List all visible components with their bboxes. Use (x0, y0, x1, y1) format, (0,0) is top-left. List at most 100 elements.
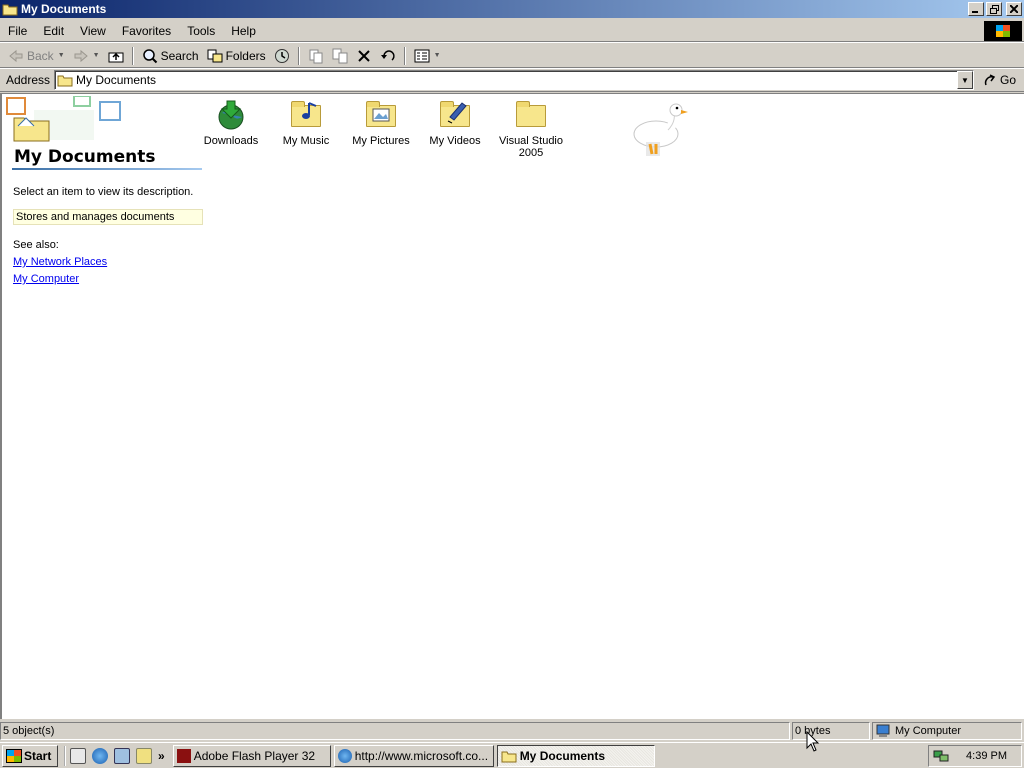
undo-icon (380, 49, 395, 61)
start-button[interactable]: Start (2, 744, 58, 767)
go-button[interactable]: Go (974, 73, 1024, 87)
close-button[interactable] (1006, 2, 1022, 16)
folder-banner-art (6, 96, 121, 142)
file-item-my-pictures[interactable]: My Pictures (345, 99, 417, 147)
views-dropdown-icon[interactable]: ▼ (434, 52, 441, 59)
file-item-downloads[interactable]: Downloads (195, 99, 267, 147)
title-bar[interactable]: My Documents (0, 0, 1024, 18)
history-button[interactable] (270, 45, 294, 67)
address-input[interactable]: My Documents ▼ (54, 70, 974, 90)
taskbar: Start » Adobe Flash Player 32 http://www… (0, 742, 1024, 768)
music-note-icon (302, 102, 317, 119)
folder-description: Stores and manages documents (13, 209, 203, 225)
folders-button[interactable]: Folders (203, 45, 270, 67)
task-label: http://www.microsoft.co... (354, 748, 489, 763)
file-item-my-videos[interactable]: My Videos (419, 99, 491, 147)
my-computer-icon (876, 724, 890, 737)
move-to-button[interactable] (304, 45, 328, 67)
forward-button[interactable]: ▼ (69, 45, 104, 67)
back-label: Back (27, 48, 54, 63)
downloads-globe-icon (218, 100, 244, 130)
search-button[interactable]: Search (138, 45, 203, 67)
flash-player-icon (176, 748, 191, 763)
file-label: My Videos (429, 135, 481, 147)
file-label: My Music (282, 135, 330, 147)
task-adobe-flash-player[interactable]: Adobe Flash Player 32 (172, 744, 331, 767)
go-arrow-icon (984, 74, 996, 86)
see-also-label: See also: (13, 239, 59, 251)
standard-toolbar: Back ▼ ▼ Search Folders ▼ (0, 44, 1024, 68)
restore-button[interactable] (986, 2, 1002, 16)
file-label: Visual Studio 2005 (498, 135, 563, 159)
back-button[interactable]: Back ▼ (4, 45, 69, 67)
address-dropdown-button[interactable]: ▼ (956, 71, 973, 89)
window-title: My Documents (21, 2, 107, 16)
mouse-cursor-icon (806, 731, 820, 752)
back-dropdown-icon[interactable]: ▼ (58, 52, 65, 59)
menu-file[interactable]: File (0, 20, 35, 42)
move-to-icon (309, 49, 323, 63)
task-label: Adobe Flash Player 32 (193, 748, 316, 763)
pane-title: My Documents (14, 147, 156, 167)
address-bar: Address My Documents ▼ Go (0, 69, 1024, 92)
menu-help[interactable]: Help (223, 20, 264, 42)
delete-button[interactable] (352, 45, 376, 67)
delete-icon (357, 49, 370, 62)
clock[interactable]: 4:39 PM (966, 750, 1007, 762)
task-internet-explorer[interactable]: http://www.microsoft.co... (333, 744, 494, 767)
menu-view[interactable]: View (72, 20, 114, 42)
picture-icon (372, 108, 390, 122)
minimize-button[interactable] (968, 2, 984, 16)
task-my-documents[interactable]: My Documents (496, 744, 655, 767)
windows-flag-icon (6, 748, 22, 763)
start-label: Start (24, 748, 52, 763)
internet-explorer-icon[interactable] (92, 747, 108, 764)
forward-dropdown-icon[interactable]: ▼ (93, 52, 100, 59)
status-size: 0 bytes (792, 722, 870, 740)
minimize-icon (972, 11, 978, 13)
menu-edit[interactable]: Edit (35, 20, 72, 42)
restore-icon (989, 4, 999, 14)
show-desktop-icon[interactable] (70, 747, 86, 764)
file-item-my-music[interactable]: My Music (270, 99, 342, 147)
copy-to-button[interactable] (328, 45, 352, 67)
outlook-express-icon[interactable] (114, 747, 130, 764)
system-tray: 4:39 PM (928, 745, 1022, 767)
back-arrow-icon (9, 49, 23, 62)
search-icon (142, 48, 157, 63)
quick-launch-chevron[interactable]: » (158, 749, 165, 763)
link-my-computer[interactable]: My Computer (13, 273, 79, 285)
views-button[interactable]: ▼ (410, 45, 445, 67)
file-item-visual-studio-2005[interactable]: Visual Studio 2005 (495, 99, 567, 159)
address-label: Address (6, 73, 51, 87)
up-folder-button[interactable] (104, 45, 128, 67)
web-view-pane: My Documents Select an item to view its … (2, 94, 212, 394)
search-label: Search (160, 48, 199, 63)
folder-icon (57, 75, 73, 87)
folder-icon (516, 101, 546, 127)
undo-button[interactable] (376, 45, 400, 67)
toolbar-separator (403, 46, 406, 65)
file-label: Downloads (203, 135, 259, 147)
folders-label: Folders (225, 48, 266, 63)
task-label: My Documents (519, 748, 606, 763)
quick-launch: » (64, 745, 165, 766)
go-label: Go (999, 73, 1016, 87)
menu-bar: File Edit View Favorites Tools Help (0, 20, 1024, 42)
views-icon (414, 49, 430, 62)
link-my-network-places[interactable]: My Network Places (13, 256, 107, 268)
network-tray-icon[interactable] (933, 749, 949, 763)
explorer-search-icon[interactable] (136, 747, 152, 764)
folder-view[interactable]: My Documents Select an item to view its … (0, 93, 1024, 719)
explorer-window: My Documents File Edit View Favorites To… (0, 0, 1024, 742)
menu-favorites[interactable]: Favorites (114, 20, 179, 42)
status-zone: My Computer (872, 722, 1022, 740)
ie-page-icon (337, 748, 352, 763)
menu-tools[interactable]: Tools (179, 20, 223, 42)
folders-icon (207, 49, 223, 62)
status-object-count: 5 object(s) (0, 722, 790, 740)
up-folder-icon (108, 52, 124, 62)
folder-icon (501, 751, 517, 762)
file-label: My Pictures (352, 135, 410, 147)
close-icon (1010, 5, 1018, 13)
